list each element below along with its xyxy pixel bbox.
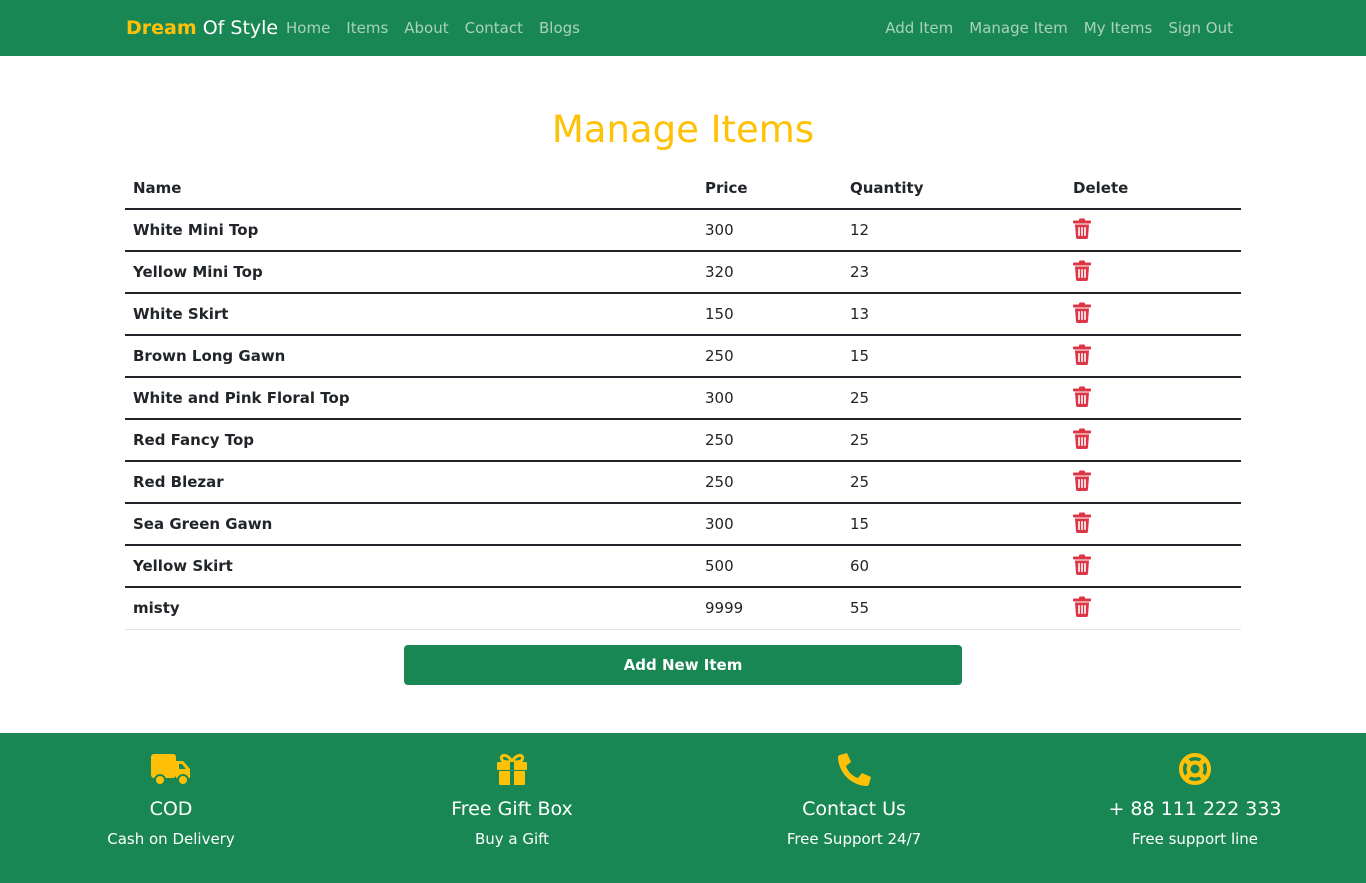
- trash-icon[interactable]: [1073, 512, 1091, 533]
- item-name: White Mini Top: [125, 209, 697, 252]
- item-price: 150: [697, 293, 842, 336]
- item-quantity: 13: [842, 293, 1065, 336]
- footer: COD Cash on Delivery Free Gift Box Buy a…: [0, 733, 1366, 883]
- table-row: misty 9999 55: [125, 587, 1241, 630]
- item-price: 250: [697, 419, 842, 462]
- feature-title: + 88 111 222 333: [1108, 798, 1282, 820]
- item-price: 250: [697, 335, 842, 378]
- phone-icon: [838, 753, 871, 786]
- feature-subtitle: Free Support 24/7: [786, 830, 922, 848]
- item-delete-cell: [1065, 377, 1241, 420]
- item-delete-cell: [1065, 293, 1241, 336]
- feature-subtitle: Buy a Gift: [474, 830, 550, 848]
- item-quantity: 12: [842, 209, 1065, 252]
- nav-link-home[interactable]: Home: [286, 18, 330, 38]
- nav-link-add-item[interactable]: Add Item: [885, 18, 953, 38]
- item-name: Yellow Skirt: [125, 545, 697, 588]
- table-row: White Mini Top 300 12: [125, 209, 1241, 252]
- brand-name-primary: Dream: [126, 17, 197, 39]
- nav-right-links: Add Item Manage Item My Items Sign Out: [885, 18, 1233, 38]
- item-delete-cell: [1065, 461, 1241, 504]
- item-quantity: 15: [842, 503, 1065, 546]
- nav-link-contact[interactable]: Contact: [465, 18, 523, 38]
- item-delete-cell: [1065, 587, 1241, 630]
- table-row: White Skirt 150 13: [125, 293, 1241, 336]
- item-name: White and Pink Floral Top: [125, 377, 697, 420]
- add-new-item-button[interactable]: Add New Item: [404, 645, 962, 685]
- item-quantity: 25: [842, 461, 1065, 504]
- feature-title: Free Gift Box: [451, 798, 573, 820]
- feature-subtitle: Free support line: [1131, 830, 1259, 848]
- item-price: 300: [697, 503, 842, 546]
- nav-link-blogs[interactable]: Blogs: [539, 18, 580, 38]
- nav-link-items[interactable]: Items: [346, 18, 388, 38]
- nav-link-about[interactable]: About: [404, 18, 448, 38]
- item-quantity: 25: [842, 419, 1065, 462]
- feature-title: Contact Us: [802, 798, 906, 820]
- item-price: 300: [697, 377, 842, 420]
- feature-subtitle: Cash on Delivery: [107, 830, 235, 848]
- item-quantity: 25: [842, 377, 1065, 420]
- nav-link-sign-out[interactable]: Sign Out: [1168, 18, 1233, 38]
- item-price: 300: [697, 209, 842, 252]
- table-row: Red Blezar 250 25: [125, 461, 1241, 504]
- trash-icon[interactable]: [1073, 218, 1091, 239]
- table-body: White Mini Top 300 12 Yellow Mini Top 320 23 W…: [125, 209, 1241, 630]
- item-name: White Skirt: [125, 293, 697, 336]
- item-delete-cell: [1065, 251, 1241, 294]
- lifebuoy-icon: [1179, 753, 1211, 785]
- item-delete-cell: [1065, 209, 1241, 252]
- item-quantity: 55: [842, 587, 1065, 630]
- header-price: Price: [697, 168, 842, 210]
- item-price: 9999: [697, 587, 842, 630]
- gift-icon: [497, 753, 527, 785]
- item-name: Red Blezar: [125, 461, 697, 504]
- header-delete: Delete: [1065, 168, 1241, 210]
- item-name: Brown Long Gawn: [125, 335, 697, 378]
- nav-left-links: Home Items About Contact Blogs: [286, 18, 580, 38]
- nav-link-my-items[interactable]: My Items: [1084, 18, 1153, 38]
- items-table: Name Price Quantity Delete White Mini To…: [125, 168, 1241, 630]
- trash-icon[interactable]: [1073, 344, 1091, 365]
- item-name: misty: [125, 587, 697, 630]
- feature-title: COD: [149, 798, 193, 820]
- item-delete-cell: [1065, 419, 1241, 462]
- trash-icon[interactable]: [1073, 386, 1091, 407]
- table-row: Red Fancy Top 250 25: [125, 419, 1241, 462]
- item-quantity: 15: [842, 335, 1065, 378]
- item-delete-cell: [1065, 545, 1241, 588]
- table-header-row: Name Price Quantity Delete: [125, 168, 1241, 210]
- item-price: 250: [697, 461, 842, 504]
- table-row: Brown Long Gawn 250 15: [125, 335, 1241, 378]
- item-name: Sea Green Gawn: [125, 503, 697, 546]
- table-row: Sea Green Gawn 300 15: [125, 503, 1241, 546]
- page-title: Manage Items: [551, 108, 815, 151]
- trash-icon[interactable]: [1073, 260, 1091, 281]
- item-name: Yellow Mini Top: [125, 251, 697, 294]
- header-name: Name: [125, 168, 697, 210]
- item-quantity: 60: [842, 545, 1065, 588]
- item-delete-cell: [1065, 335, 1241, 378]
- trash-icon[interactable]: [1073, 470, 1091, 491]
- nav-link-manage-item[interactable]: Manage Item: [969, 18, 1068, 38]
- trash-icon[interactable]: [1073, 428, 1091, 449]
- brand-name-secondary: Of Style: [202, 17, 279, 39]
- table-header: Name Price Quantity Delete: [125, 168, 1241, 210]
- truck-icon: [151, 754, 190, 786]
- item-quantity: 23: [842, 251, 1065, 294]
- table-row: Yellow Mini Top 320 23: [125, 251, 1241, 294]
- header-quantity: Quantity: [842, 168, 1065, 210]
- table-row: Yellow Skirt 500 60: [125, 545, 1241, 588]
- trash-icon[interactable]: [1073, 302, 1091, 323]
- navbar: Dream Of Style Home Items About Contact …: [0, 0, 1366, 56]
- brand-logo[interactable]: Dream Of Style: [126, 16, 278, 40]
- trash-icon[interactable]: [1073, 554, 1091, 575]
- table-row: White and Pink Floral Top 300 25: [125, 377, 1241, 420]
- item-price: 320: [697, 251, 842, 294]
- item-name: Red Fancy Top: [125, 419, 697, 462]
- item-price: 500: [697, 545, 842, 588]
- trash-icon[interactable]: [1073, 596, 1091, 617]
- item-delete-cell: [1065, 503, 1241, 546]
